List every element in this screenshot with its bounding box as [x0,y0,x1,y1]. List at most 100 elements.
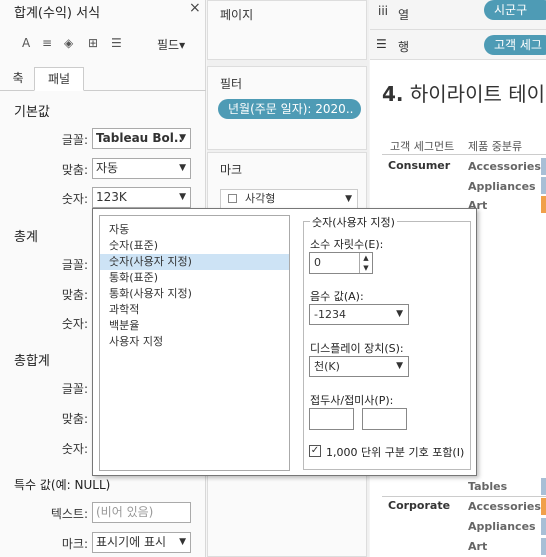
close-icon[interactable]: × [189,0,201,16]
header-segment: 고객 세그먼트 [390,140,455,153]
viz-title: 4. 하이라이트 테이 [382,78,545,107]
negative-value: -1234 [314,308,346,321]
segment-consumer: Consumer [388,159,451,172]
row-label: Accessories [468,500,541,513]
chevron-down-icon: ▼ [179,163,186,173]
row-label: Accessories [468,160,541,173]
section-totals: 총계 [14,230,38,245]
row-label: Tables [468,480,508,493]
mark-type-dropdown[interactable]: 사각형 ▼ [220,189,358,209]
rows-shelf: ☰ 행 고객 세그 [370,30,546,60]
marks-label: 마크: [61,537,88,551]
spin-up-icon[interactable]: ▲ [359,253,372,263]
prefix-input[interactable] [309,408,354,430]
totals-numbers-label: 숫자: [61,317,88,331]
alignment-dropdown[interactable]: 자동 ▼ [92,158,191,179]
list-item[interactable]: 통화(사용자 지정) [100,286,289,302]
filters-card: 필터 년월(주문 일자): 2020.. [207,66,367,150]
pages-title: 페이지 [220,8,254,22]
chevron-down-icon: ▼ [179,537,186,547]
list-item[interactable]: 통화(표준) [100,270,289,286]
thousands-checkbox[interactable]: ✓ [309,445,321,457]
thousands-label: 1,000 단위 구분 기호 포함(I) [326,446,465,459]
pages-card: 페이지 [207,0,367,60]
marks-title: 마크 [220,163,243,177]
highlight-cell [541,518,546,535]
numbers-dropdown[interactable]: 123K ▼ [92,187,191,208]
row-label: Appliances [468,520,536,533]
grand-alignment-label: 맞춤: [61,412,88,426]
alignment-label: 맞춤: [61,163,88,177]
segment-corporate: Corporate [388,499,451,512]
tab-axis[interactable]: 축 [4,67,32,91]
header-subcategory: 제품 중분류 [468,140,523,153]
format-pane-title: 합계(수익) 서식 [14,6,101,21]
special-text-input[interactable]: (비어 있음) [92,502,191,523]
highlight-cell [541,196,546,213]
highlight-cell [541,498,546,515]
decimals-value: 0 [314,256,321,269]
fields-label: 필드 [157,38,180,52]
custom-number-group: 숫자(사용자 지정) 소수 자릿수(E): 0 ▲ ▼ 음수 값(A): -12… [303,214,471,470]
prefix-suffix-label: 접두사/접미사(P): [310,394,394,407]
group-title: 숫자(사용자 지정) [310,214,397,230]
fields-dropdown[interactable]: 필드▾ [157,36,185,53]
special-marks-value: 표시기에 표시 [96,535,167,549]
list-item[interactable]: 사용자 지정 [100,334,289,350]
negative-label: 음수 값(A): [310,290,364,303]
list-item[interactable]: 백분율 [100,318,289,334]
list-item[interactable]: 숫자(표준) [100,238,289,254]
numbers-value: 123K [96,190,127,204]
list-item[interactable]: 자동 [100,222,289,238]
font-value: Tableau Bol.. [96,131,184,145]
font-icon[interactable]: A [22,36,30,50]
filters-title: 필터 [220,77,243,91]
lines-icon[interactable]: ☰ [111,36,122,50]
section-default: 기본값 [14,105,50,120]
chevron-down-icon: ▼ [345,194,352,204]
decimals-input[interactable]: 0 ▲ ▼ [309,252,373,274]
chevron-down-icon: ▼ [179,192,186,202]
number-format-list[interactable]: 자동 숫자(표준) 숫자(사용자 지정) 통화(표준) 통화(사용자 지정) 과… [99,215,290,471]
font-dropdown[interactable]: Tableau Bol.. ▼ [92,128,191,149]
highlight-cell [541,158,546,175]
columns-shelf: iii 열 시군구 [370,0,546,30]
tab-pane[interactable]: 패널 [34,67,84,91]
alignment-icon[interactable]: ≡ [42,36,52,50]
highlight-cell [541,478,546,495]
spin-down-icon[interactable]: ▼ [359,263,372,273]
borders-icon[interactable]: ⊞ [88,36,98,50]
suffix-input[interactable] [362,408,407,430]
rows-pill[interactable]: 고객 세그 [484,35,546,55]
special-marks-dropdown[interactable]: 표시기에 표시 ▼ [92,532,191,553]
viz-title-number: 4. [382,82,404,106]
square-mark-icon [228,194,237,203]
alignment-value: 자동 [96,161,119,175]
chevron-down-icon: ▼ [396,309,403,319]
chevron-down-icon: ▼ [396,361,403,371]
negative-dropdown[interactable]: -1234 ▼ [309,304,409,325]
header-divider [382,154,546,155]
list-item-selected[interactable]: 숫자(사용자 지정) [100,254,289,270]
row-label: Art [468,540,488,553]
chevron-down-icon: ▾ [179,38,186,52]
filter-pill[interactable]: 년월(주문 일자): 2020.. [218,99,361,119]
number-format-popup: 자동 숫자(표준) 숫자(사용자 지정) 통화(표준) 통화(사용자 지정) 과… [92,208,477,476]
format-tabs: 축 패널 [0,67,206,91]
numbers-label: 숫자: [61,192,88,206]
row-label: Appliances [468,180,536,193]
columns-pill[interactable]: 시군구 [484,0,546,20]
highlight-cell [541,177,546,194]
segment-divider [382,496,546,497]
list-item[interactable]: 과학적 [100,302,289,318]
rows-label: 행 [398,40,410,54]
columns-icon: iii [378,4,389,18]
section-special-values: 특수 값(예: NULL) [14,478,111,492]
highlight-cell [541,538,546,555]
display-units-label: 디스플레이 장치(S): [310,342,404,355]
columns-label: 열 [398,8,410,22]
rows-icon: ☰ [376,37,387,51]
shading-icon[interactable]: ◈ [64,36,73,50]
display-units-dropdown[interactable]: 천(K) ▼ [309,356,409,377]
grand-font-label: 글꼴: [61,382,88,396]
